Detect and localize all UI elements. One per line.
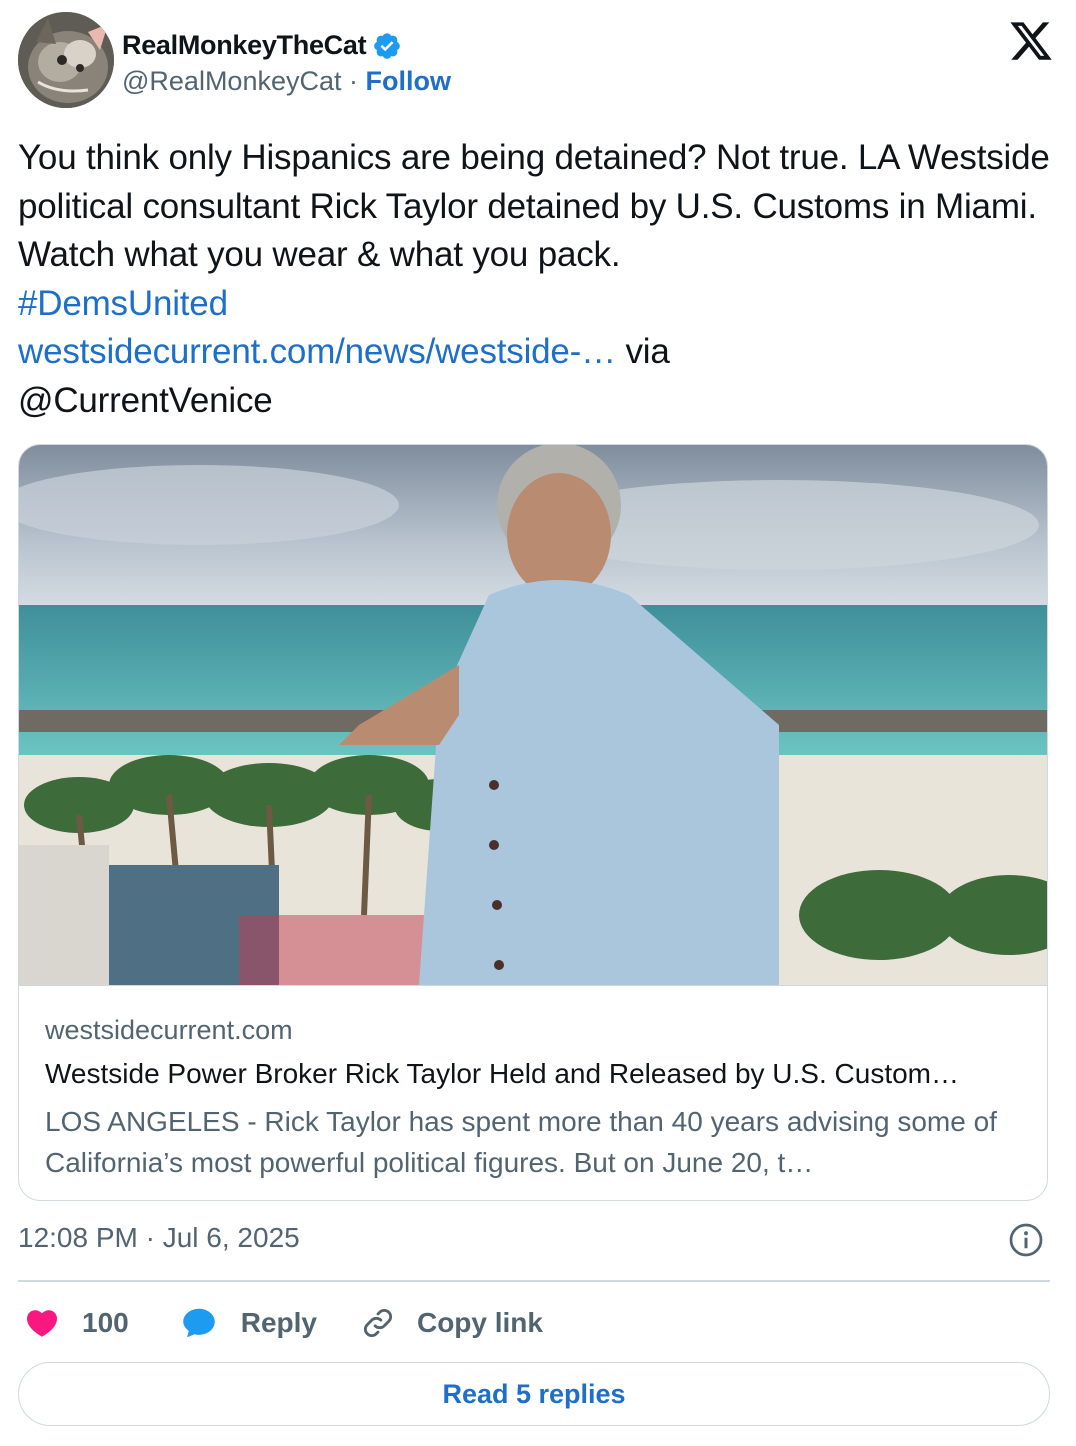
tweet-header: RealMonkeyTheCat @RealMonkeyCat · Follow — [18, 10, 1058, 110]
info-icon[interactable] — [1008, 1222, 1044, 1258]
handle-separator: · — [349, 66, 359, 96]
reply-button[interactable]: Reply — [181, 1305, 361, 1341]
follow-button[interactable]: Follow — [366, 66, 451, 96]
tweet-body: You think only Hispanics are being detai… — [18, 138, 1050, 274]
action-bar: 100 Reply Copy link — [24, 1300, 543, 1346]
action-divider — [18, 1280, 1050, 1282]
x-logo-icon[interactable] — [1008, 18, 1054, 64]
mention-link[interactable]: @CurrentVenice — [18, 381, 273, 420]
heart-icon — [26, 1310, 58, 1337]
tweet-text: You think only Hispanics are being detai… — [18, 134, 1058, 425]
copy-link-label: Copy link — [416, 1307, 543, 1338]
like-button[interactable]: 100 — [24, 1305, 181, 1341]
handle-row: @RealMonkeyCat · Follow — [122, 66, 451, 97]
copy-link-button[interactable]: Copy link — [361, 1306, 543, 1340]
hashtag-link[interactable]: #DemsUnited — [18, 284, 228, 323]
handle[interactable]: @RealMonkeyCat — [122, 66, 342, 96]
via-text: via — [625, 332, 670, 371]
card-title: Westside Power Broker Rick Taylor Held a… — [45, 1058, 959, 1089]
link-icon — [363, 1309, 392, 1337]
display-name[interactable]: RealMonkeyTheCat — [122, 30, 367, 61]
card-domain: westsidecurrent.com — [45, 1015, 293, 1045]
card-image[interactable] — [19, 445, 1048, 985]
card-divider — [19, 985, 1047, 986]
read-replies-button[interactable]: Read 5 replies — [18, 1362, 1050, 1426]
name-row: RealMonkeyTheCat — [122, 30, 402, 61]
card-description: LOS ANGELES - Rick Taylor has spent more… — [45, 1106, 997, 1178]
article-link[interactable]: westsidecurrent.com/news/westside-… — [18, 332, 616, 371]
verified-badge-icon — [372, 31, 402, 61]
like-count: 100 — [82, 1307, 129, 1338]
avatar[interactable] — [18, 12, 114, 108]
timestamp[interactable]: 12:08 PM · Jul 6, 2025 — [18, 1222, 300, 1254]
reply-bubble-icon — [182, 1308, 215, 1338]
link-preview-card[interactable]: westsidecurrent.com Westside Power Broke… — [18, 444, 1048, 1201]
reply-label: Reply — [240, 1307, 317, 1338]
